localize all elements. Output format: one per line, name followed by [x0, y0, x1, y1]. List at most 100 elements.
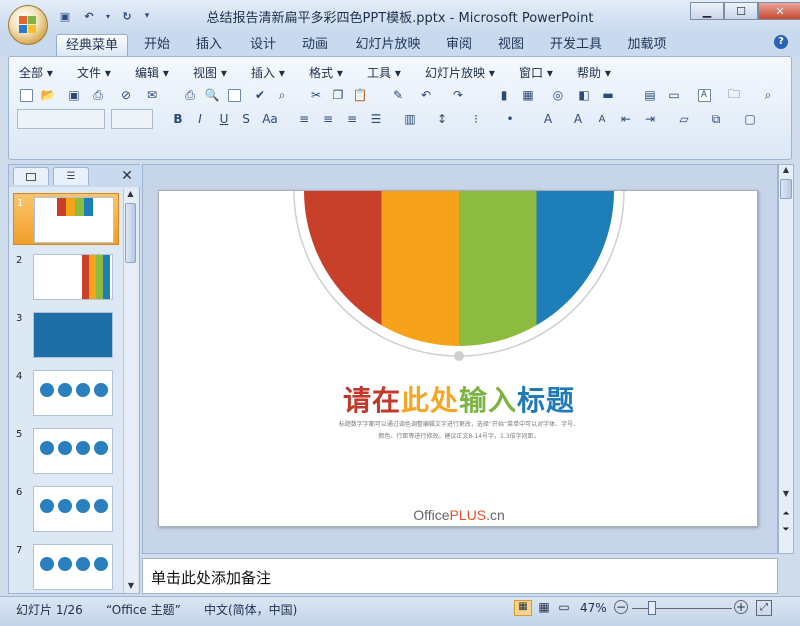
email-icon[interactable]: ✉	[143, 86, 161, 104]
grow-font-icon[interactable]: A	[569, 110, 587, 128]
maximize-button[interactable]: ☐	[724, 2, 758, 20]
normal-view-icon[interactable]: ▦	[514, 600, 532, 616]
redo-toolbar-icon[interactable]: ↷	[449, 86, 467, 104]
notes-pane[interactable]: 单击此处添加备注	[142, 558, 778, 594]
slide-description[interactable]: 标题数字字都可以通过调色调整编辑文字进行更改，选择“开始”菜单中可以对字体、字号…	[319, 419, 599, 443]
research-icon[interactable]: ⌕	[273, 86, 291, 104]
web-icon[interactable]: ◎	[549, 86, 567, 104]
font-color-icon[interactable]: A	[539, 110, 557, 128]
find-icon[interactable]: ⌕	[759, 86, 777, 104]
italic-icon[interactable]: I	[191, 110, 209, 128]
menu-file[interactable]: 文件 ▾	[77, 64, 111, 81]
spelling-icon[interactable]: ✔	[251, 86, 269, 104]
tab-insert[interactable]: 插入	[190, 34, 228, 56]
menu-insert[interactable]: 插入 ▾	[251, 64, 285, 81]
folder-icon[interactable]: 🗀	[725, 86, 743, 104]
shadow-icon[interactable]: S	[237, 110, 255, 128]
tab-design[interactable]: 设计	[244, 34, 282, 56]
outline-tab[interactable]: ☰	[53, 167, 89, 185]
slide-scroll-thumb[interactable]	[780, 179, 792, 199]
menu-format[interactable]: 格式 ▾	[309, 64, 343, 81]
slide-layout-icon[interactable]: ▭	[665, 86, 683, 104]
numbering-icon[interactable]: ⁝	[467, 110, 485, 128]
line-spacing-icon[interactable]: ↕	[433, 110, 451, 128]
minimize-button[interactable]: ▁	[690, 2, 724, 20]
previous-slide-icon[interactable]: ⏶	[779, 509, 793, 523]
print-preview-icon[interactable]: 🔍	[203, 86, 221, 104]
slide-thumbnail[interactable]: 1	[13, 193, 119, 245]
columns-icon[interactable]: ▥	[401, 110, 419, 128]
open-icon[interactable]: 📂	[39, 86, 57, 104]
tab-classic-menu[interactable]: 经典菜单	[56, 34, 128, 56]
redo-icon[interactable]: ↻	[118, 7, 136, 25]
zoom-level[interactable]: 47%	[580, 601, 607, 615]
slides-tab[interactable]	[13, 167, 49, 185]
office-button[interactable]	[8, 5, 48, 45]
tab-developer[interactable]: 开发工具	[546, 34, 606, 56]
table-icon[interactable]: ▦	[519, 86, 537, 104]
textbox-icon[interactable]: A	[695, 86, 713, 104]
menu-help[interactable]: 帮助 ▾	[577, 64, 611, 81]
slideshow-icon[interactable]: ▭	[556, 600, 572, 616]
slide-thumbnail[interactable]: 7	[13, 541, 119, 593]
shrink-font-icon[interactable]: A	[593, 110, 611, 128]
slide-thumbnail[interactable]: 2	[13, 251, 119, 303]
zoom-in-icon[interactable]: +	[734, 600, 748, 614]
slide-thumbnail[interactable]: 4	[13, 367, 119, 419]
close-panel-icon[interactable]: ✕	[119, 168, 135, 184]
slide-scroll-down[interactable]: ▼	[779, 489, 793, 501]
help-icon[interactable]: ?	[774, 35, 788, 49]
tab-slideshow[interactable]: 幻灯片放映	[352, 34, 424, 56]
menu-all[interactable]: 全部 ▾	[19, 64, 53, 81]
new-icon[interactable]	[17, 86, 35, 104]
justify-icon[interactable]: ☰	[367, 110, 385, 128]
slide-scrollbar[interactable]: ▲ ▼ ⏶ ⏷	[778, 164, 794, 554]
tab-review[interactable]: 审阅	[440, 34, 478, 56]
menu-tools[interactable]: 工具 ▾	[367, 64, 401, 81]
menu-view[interactable]: 视图 ▾	[193, 64, 227, 81]
decrease-indent-icon[interactable]: ⇤	[617, 110, 635, 128]
slide-view-icon[interactable]	[225, 86, 243, 104]
font-family-select[interactable]	[17, 109, 105, 129]
slide-thumbnail[interactable]: 5	[13, 425, 119, 477]
align-center-icon[interactable]: ≡	[319, 110, 337, 128]
slide-canvas[interactable]: 请在此处输入标题 标题数字字都可以通过调色调整编辑文字进行更改，选择“开始”菜单…	[158, 190, 758, 527]
zoom-out-icon[interactable]: −	[614, 600, 628, 614]
cut-icon[interactable]: ✂	[307, 86, 325, 104]
print-icon[interactable]: ⎙	[181, 86, 199, 104]
zoom-slider-thumb[interactable]	[648, 601, 656, 615]
thumbnail-scrollbar[interactable]: ▲ ▼	[123, 189, 137, 593]
close-button[interactable]: ✕	[758, 2, 800, 20]
shape-fill-icon[interactable]: ▢	[741, 110, 759, 128]
theme-name[interactable]: “Office 主题”	[106, 601, 181, 618]
new-slide-icon[interactable]: ▤	[641, 86, 659, 104]
pdf-icon[interactable]: ⎙	[89, 86, 107, 104]
undo-toolbar-icon[interactable]: ↶	[417, 86, 435, 104]
align-right-icon[interactable]: ≡	[343, 110, 361, 128]
color-grayscale-icon[interactable]: ◧	[575, 86, 593, 104]
arrange-icon[interactable]: ⧉	[707, 110, 725, 128]
thumbnail-scroll-up[interactable]: ▲	[124, 189, 137, 201]
align-left-icon[interactable]: ≡	[295, 110, 313, 128]
fit-to-window-icon[interactable]: ⤢	[756, 600, 772, 616]
tab-animation[interactable]: 动画	[296, 34, 334, 56]
menu-slideshow[interactable]: 幻灯片放映 ▾	[425, 64, 495, 81]
slide-sorter-icon[interactable]: ▦	[536, 600, 552, 616]
permission-icon[interactable]: ⊘	[117, 86, 135, 104]
slide-scroll-up[interactable]: ▲	[779, 165, 793, 177]
customize-qa-icon[interactable]: ▾	[142, 7, 152, 25]
language-indicator[interactable]: 中文(简体，中国)	[204, 601, 297, 618]
menu-edit[interactable]: 编辑 ▾	[135, 64, 169, 81]
next-slide-icon[interactable]: ⏷	[779, 525, 793, 539]
change-case-icon[interactable]: Aa	[261, 110, 279, 128]
layout-icon[interactable]: ▬	[599, 86, 617, 104]
copy-icon[interactable]: ❐	[329, 86, 347, 104]
format-painter-icon[interactable]: ✎	[389, 86, 407, 104]
undo-dropdown-icon[interactable]: ▾	[104, 7, 112, 25]
underline-icon[interactable]: U	[215, 110, 233, 128]
tab-home[interactable]: 开始	[138, 34, 176, 56]
menu-window[interactable]: 窗口 ▾	[519, 64, 553, 81]
paste-icon[interactable]: 📋	[351, 86, 369, 104]
font-size-select[interactable]	[111, 109, 153, 129]
bold-icon[interactable]: B	[169, 110, 187, 128]
